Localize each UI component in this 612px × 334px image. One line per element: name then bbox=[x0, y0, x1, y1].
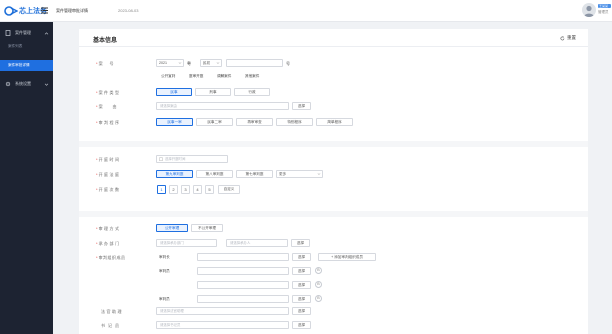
procedure-label: *审判程序 bbox=[96, 120, 121, 125]
court-room-label: *开庭法庭 bbox=[96, 172, 121, 177]
case-tag[interactable]: 公开宣判 bbox=[161, 74, 175, 79]
user-info[interactable]: 王某某 管理员 bbox=[598, 4, 611, 15]
session-page[interactable]: 2 bbox=[169, 185, 178, 194]
sidebar-subitem-approval-detail[interactable]: 案件审批详情 bbox=[0, 60, 53, 71]
sidebar-item-label: 系统设置 bbox=[15, 81, 31, 86]
title-divider bbox=[79, 46, 588, 47]
remove-member-icon[interactable]: B bbox=[315, 267, 322, 274]
handling-person-input[interactable]: 请选择承办人 bbox=[226, 239, 288, 247]
remove-member-icon[interactable]: B bbox=[315, 295, 322, 302]
reset-button[interactable]: 重置 bbox=[560, 35, 576, 41]
panel-member-input[interactable] bbox=[197, 253, 289, 261]
session-page[interactable]: 1 bbox=[157, 185, 166, 194]
cause-input[interactable]: 请选择案由 bbox=[156, 102, 289, 110]
chevron-down-icon bbox=[44, 82, 49, 87]
top-bar: 芯上法务 案件管理审批详情 2023-08-03 王某某 管理员 bbox=[0, 0, 612, 22]
procedure-option[interactable]: 民事二审 bbox=[196, 118, 233, 126]
reset-label: 重置 bbox=[567, 35, 576, 40]
avatar[interactable] bbox=[582, 3, 596, 17]
case-nature-option[interactable]: 行政 bbox=[234, 88, 270, 96]
hearing-time-input[interactable]: 选择开庭时间 bbox=[156, 155, 228, 163]
sidebar-subitem-case-list[interactable]: 案件列表 bbox=[0, 41, 53, 52]
chevron-up-icon bbox=[44, 31, 49, 36]
session-page[interactable]: 4 bbox=[193, 185, 202, 194]
case-nature-label: *案件类型 bbox=[96, 90, 121, 95]
section-spacer bbox=[79, 141, 588, 147]
court-select[interactable]: 民初 bbox=[200, 59, 222, 67]
procedure-option[interactable]: 特别程序 bbox=[276, 118, 313, 126]
panel-role: 审判员 bbox=[159, 297, 170, 301]
sidebar: 案件管理 案件列表 案件审批详情 系统设置 bbox=[0, 22, 53, 334]
calendar-icon bbox=[159, 157, 163, 161]
court-room-option[interactable]: 第九审判庭 bbox=[156, 170, 193, 178]
menu-fold-icon[interactable] bbox=[40, 6, 49, 15]
court-room-option[interactable]: 第七审判庭 bbox=[236, 170, 273, 178]
panel-member-input[interactable] bbox=[197, 295, 289, 303]
procedure-option[interactable]: 民事一审 bbox=[156, 118, 193, 126]
refresh-icon bbox=[560, 35, 565, 41]
gear-icon bbox=[5, 81, 11, 87]
year-select[interactable]: 2021 bbox=[156, 59, 184, 67]
chevron-down-icon bbox=[317, 172, 321, 176]
section-spacer bbox=[79, 211, 588, 217]
header-date: 2023-08-03 bbox=[118, 8, 139, 13]
panel-select-button[interactable]: 选择 bbox=[292, 295, 311, 303]
assistant-select-button[interactable]: 选择 bbox=[292, 307, 311, 315]
handling-dept-label: *承办部门 bbox=[96, 241, 121, 246]
case-tag[interactable]: 调解案件 bbox=[217, 74, 231, 79]
case-no-label: *案 号 bbox=[96, 61, 116, 66]
file-icon bbox=[5, 30, 11, 36]
case-nature-option[interactable]: 刑事 bbox=[195, 88, 231, 96]
assistant-label: 法官助理 bbox=[101, 309, 123, 314]
user-role: 管理员 bbox=[598, 10, 609, 14]
handling-select-button[interactable]: 选择 bbox=[291, 239, 310, 247]
panel-member-input[interactable] bbox=[197, 281, 289, 289]
logo-icon bbox=[4, 6, 18, 16]
session-page[interactable]: 5 bbox=[205, 185, 214, 194]
handling-dept-input[interactable]: 请选择承办部门 bbox=[156, 239, 217, 247]
case-tag[interactable]: 其他案件 bbox=[245, 74, 259, 79]
clerk-input[interactable]: 请选择书记员 bbox=[156, 321, 289, 329]
user-name: 王某某 bbox=[598, 4, 611, 8]
cause-select-button[interactable]: 选择 bbox=[292, 102, 311, 110]
panel-role: 审判员 bbox=[159, 269, 170, 273]
panel-role: 审判长 bbox=[159, 255, 170, 259]
panel-select-button[interactable]: 选择 bbox=[292, 281, 311, 289]
assistant-input[interactable]: 请选择法官助理 bbox=[156, 307, 289, 315]
panel-member-input[interactable] bbox=[197, 267, 289, 275]
clerk-label: 书记员 bbox=[101, 323, 122, 328]
court-prefix: 粤 bbox=[187, 61, 191, 66]
chevron-down-icon bbox=[178, 61, 182, 65]
procedure-option[interactable]: 再审审查 bbox=[236, 118, 273, 126]
sidebar-item-settings[interactable]: 系统设置 bbox=[0, 78, 53, 90]
cause-label: *案 由 bbox=[96, 104, 120, 109]
court-room-option[interactable]: 第八审判庭 bbox=[196, 170, 233, 178]
session-page[interactable]: 3 bbox=[181, 185, 190, 194]
page-title: 基本信息 bbox=[93, 38, 118, 44]
chevron-down-icon bbox=[216, 61, 220, 65]
clerk-select-button[interactable]: 选择 bbox=[292, 321, 311, 329]
hearing-time-label: *开庭时间 bbox=[96, 157, 121, 162]
review-mode-label: *审理方式 bbox=[96, 226, 121, 231]
sidebar-item-case-management[interactable]: 案件管理 bbox=[0, 27, 53, 39]
case-tag[interactable]: 庭审开庭 bbox=[189, 74, 203, 79]
basic-info-card: 基本信息 重置 *案 号 2021 粤 民初 号 公开宣判 庭审开庭 调解案件 … bbox=[79, 29, 588, 334]
case-nature-option[interactable]: 民事 bbox=[156, 88, 192, 96]
sidebar-item-label: 案件管理 bbox=[15, 30, 31, 35]
remove-member-icon[interactable]: B bbox=[315, 281, 322, 288]
case-no-suffix: 号 bbox=[286, 61, 290, 66]
review-mode-option[interactable]: 公开审理 bbox=[156, 224, 188, 232]
panel-select-button[interactable]: 选择 bbox=[292, 253, 311, 261]
court-room-more-select[interactable]: 更多 bbox=[276, 170, 323, 178]
case-number-input[interactable] bbox=[226, 59, 283, 67]
sessions-label: *开庭次数 bbox=[96, 187, 121, 192]
panel-select-button[interactable]: 选择 bbox=[292, 267, 311, 275]
panel-label: *审判组织成员 bbox=[96, 255, 126, 260]
procedure-option[interactable]: 简单程序 bbox=[316, 118, 353, 126]
review-mode-option[interactable]: 不公开审理 bbox=[191, 224, 223, 232]
add-panel-member-button[interactable]: + 添加审判组织成员 bbox=[318, 253, 376, 261]
breadcrumb: 案件管理审批详情 bbox=[56, 8, 88, 13]
session-custom-button[interactable]: 自定义 bbox=[218, 185, 240, 194]
